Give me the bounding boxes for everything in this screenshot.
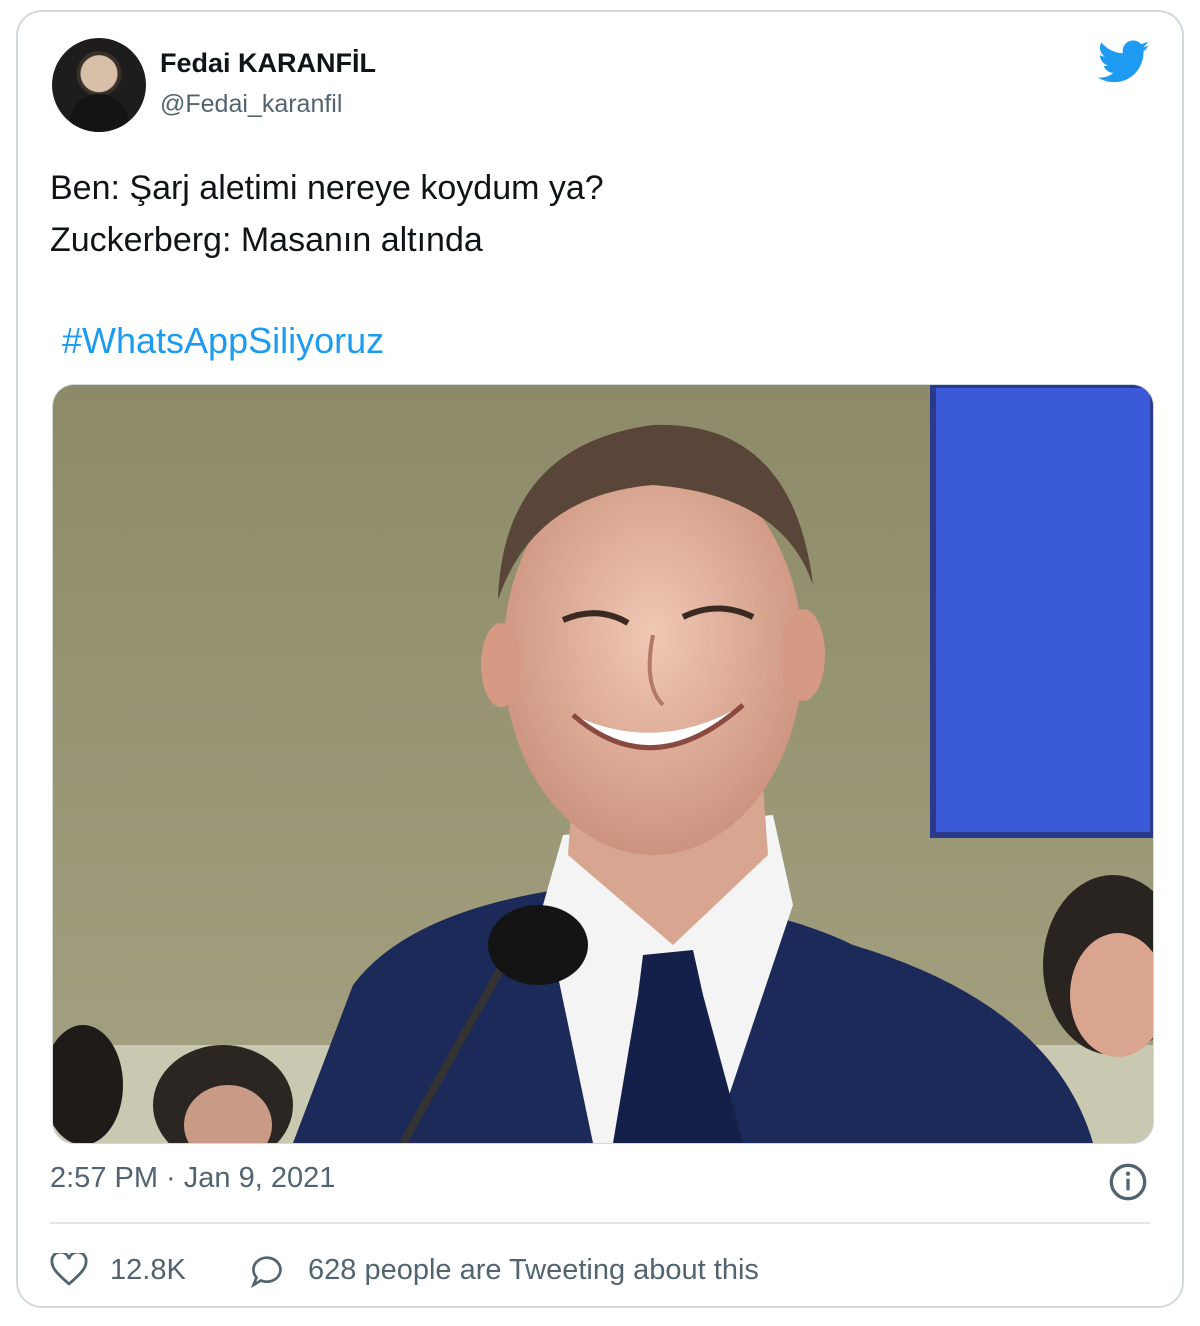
divider [50, 1222, 1150, 1224]
twitter-bird-icon[interactable] [1098, 40, 1150, 84]
like-button[interactable]: 12.8K [50, 1250, 186, 1290]
tweet-card[interactable]: Fedai KARANFİL @Fedai_karanfil Ben: Şarj… [16, 10, 1184, 1308]
author-handle[interactable]: @Fedai_karanfil [160, 90, 342, 119]
heart-icon [50, 1253, 88, 1286]
tweeting-about-link[interactable]: 628 people are Tweeting about this [248, 1250, 759, 1290]
tweet-photo[interactable] [52, 384, 1154, 1144]
hashtag-link[interactable]: #WhatsAppSiliyoruz [62, 320, 384, 362]
like-count: 12.8K [110, 1253, 186, 1286]
author-avatar[interactable] [52, 38, 146, 132]
info-icon[interactable] [1108, 1162, 1148, 1202]
speech-bubble-icon [250, 1256, 282, 1288]
tweet-text: Ben: Şarj aletimi nereye koydum ya? Zuck… [50, 162, 604, 266]
photo-illustration [53, 385, 1153, 1143]
author-name[interactable]: Fedai KARANFİL [160, 48, 376, 79]
tweet-text-line-2: Zuckerberg: Masanın altında [50, 221, 483, 259]
tweet-text-line-1: Ben: Şarj aletimi nereye koydum ya? [50, 169, 604, 207]
tweet-timestamp[interactable]: 2:57 PM · Jan 9, 2021 [50, 1162, 335, 1195]
tweeting-about-text: 628 people are Tweeting about this [308, 1253, 759, 1286]
